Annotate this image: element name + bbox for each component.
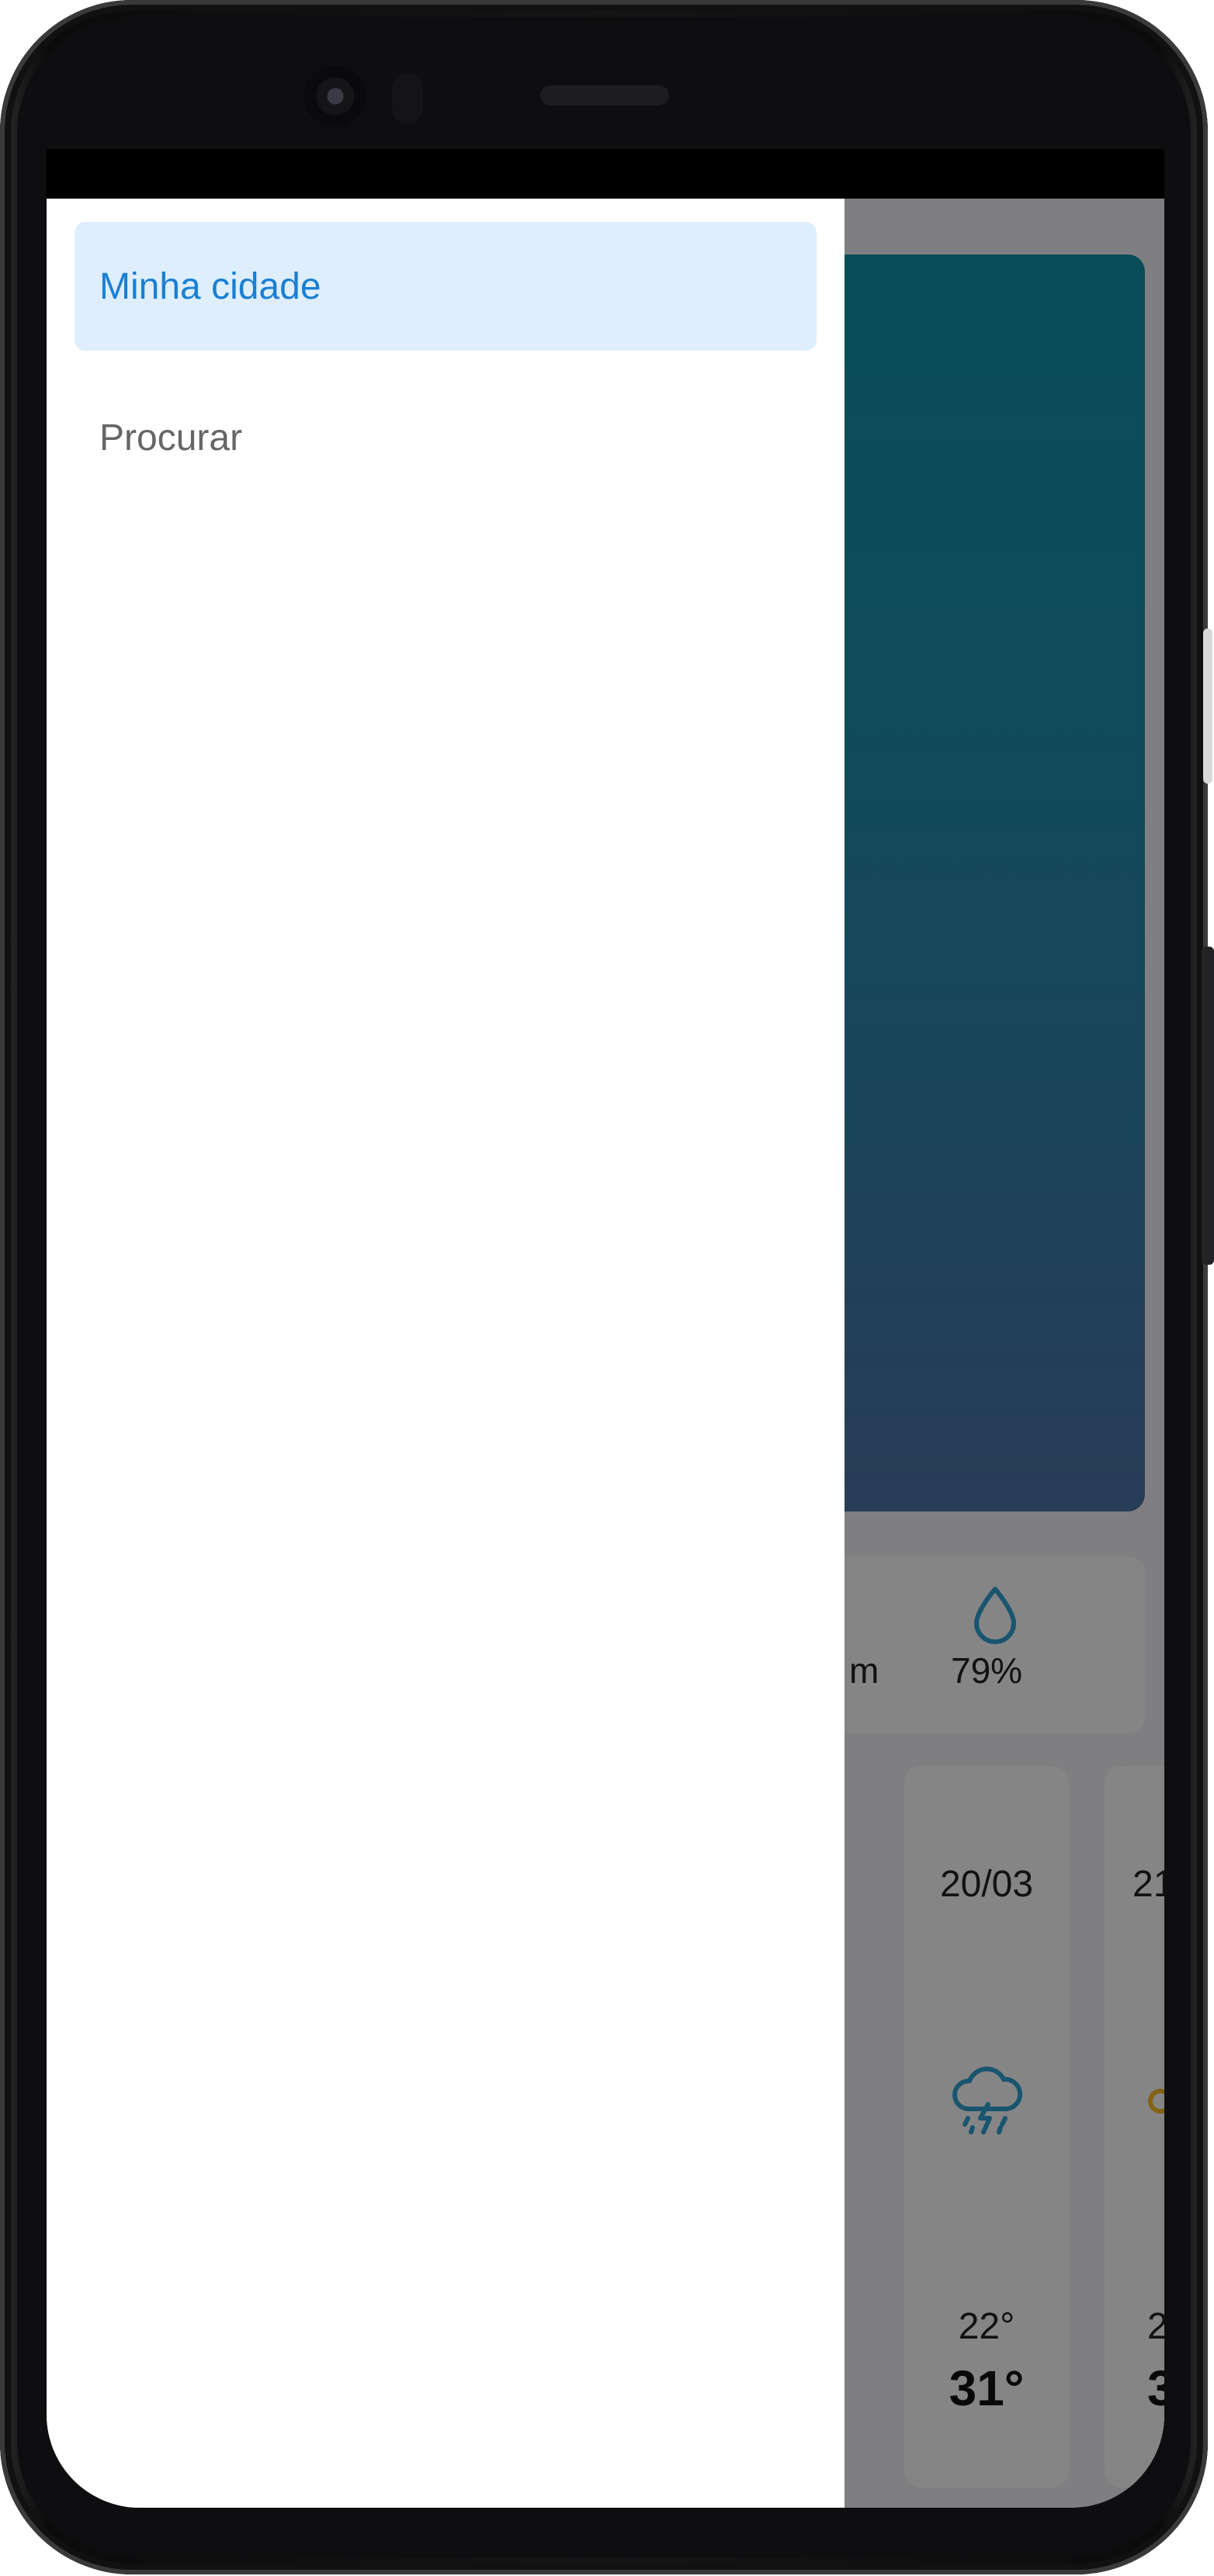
front-camera-icon	[304, 65, 366, 127]
side-button-volume	[1203, 628, 1212, 784]
navigation-drawer: Minha cidade Procurar	[47, 199, 845, 2508]
sensor	[392, 73, 423, 124]
nav-item-minha-cidade[interactable]: Minha cidade	[75, 222, 817, 351]
earpiece-speaker	[540, 85, 669, 106]
status-bar	[47, 149, 1164, 199]
nav-item-procurar[interactable]: Procurar	[75, 373, 817, 502]
side-button-power	[1202, 947, 1214, 1265]
screen: m 79% 20/03 22° 31° 21 2 3 Minha cidade …	[47, 149, 1164, 2508]
